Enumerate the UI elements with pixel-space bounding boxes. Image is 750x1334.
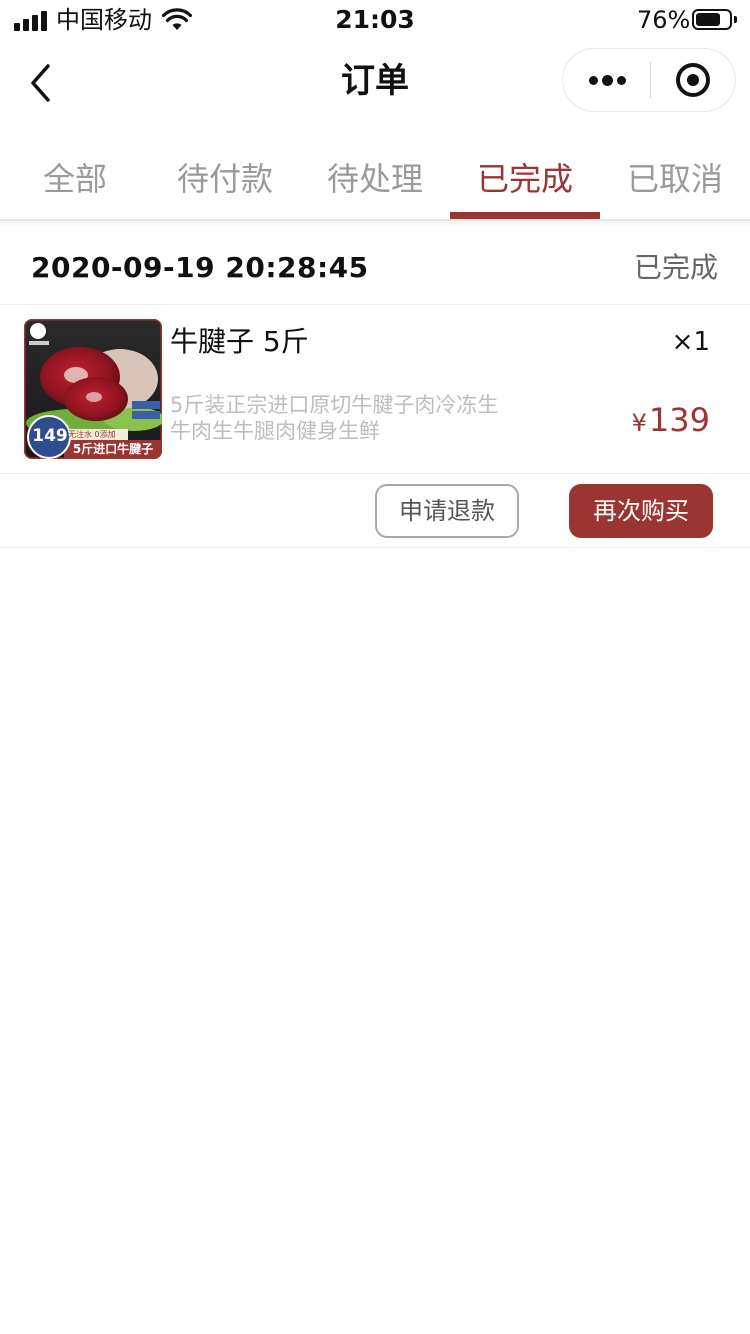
thumb-tag-text: 无注水 0添加 bbox=[68, 430, 116, 439]
mini-program-capsule bbox=[562, 48, 736, 112]
tabs-shadow bbox=[0, 221, 750, 227]
product-image[interactable]: 149 无注水 0添加 5斤进口牛腱子 bbox=[24, 319, 162, 459]
target-close-dot bbox=[687, 74, 699, 86]
order-tabs: 全部 待付款 待处理 已完成 已取消 bbox=[0, 140, 750, 220]
more-dot bbox=[617, 76, 626, 85]
tab-all[interactable]: 全部 bbox=[0, 140, 150, 220]
more-button[interactable] bbox=[563, 49, 650, 111]
tab-cancelled[interactable]: 已取消 bbox=[600, 140, 750, 220]
price-value: 139 bbox=[648, 401, 710, 439]
price-currency: ¥ bbox=[631, 409, 647, 437]
order-card[interactable]: 2020-09-19 20:28:45 已完成 149 无注水 0添加 5斤进口… bbox=[0, 228, 750, 548]
more-dots-icon bbox=[589, 76, 598, 85]
refund-button[interactable]: 申请退款 bbox=[375, 484, 519, 538]
tab-processing[interactable]: 待处理 bbox=[300, 140, 450, 220]
product-price: ¥139 bbox=[632, 398, 710, 445]
battery-percent: 76% bbox=[637, 6, 691, 34]
divider bbox=[0, 547, 750, 548]
divider bbox=[0, 304, 750, 305]
order-status: 已完成 bbox=[633, 251, 718, 284]
battery-icon bbox=[692, 9, 732, 30]
thumb-bottom-text: 5斤进口牛腱子 bbox=[72, 442, 154, 456]
product-description: 5斤装正宗进口原切牛腱子肉冷冻生牛肉生牛腿肉健身生鲜 bbox=[170, 393, 499, 443]
status-bar: 中国移动 21:03 76% bbox=[0, 0, 750, 40]
product-name: 牛腱子 5斤 bbox=[170, 325, 309, 358]
tab-completed[interactable]: 已完成 bbox=[450, 140, 600, 220]
battery-tip bbox=[734, 16, 737, 23]
tab-pending-payment[interactable]: 待付款 bbox=[150, 140, 300, 220]
divider bbox=[0, 473, 750, 474]
nav-bar: 订单 bbox=[0, 40, 750, 128]
product-quantity: ×1 bbox=[671, 327, 710, 357]
buy-again-button[interactable]: 再次购买 bbox=[569, 484, 713, 538]
order-datetime: 2020-09-19 20:28:45 bbox=[31, 251, 369, 284]
close-button[interactable] bbox=[651, 49, 737, 111]
more-dot bbox=[602, 75, 613, 86]
